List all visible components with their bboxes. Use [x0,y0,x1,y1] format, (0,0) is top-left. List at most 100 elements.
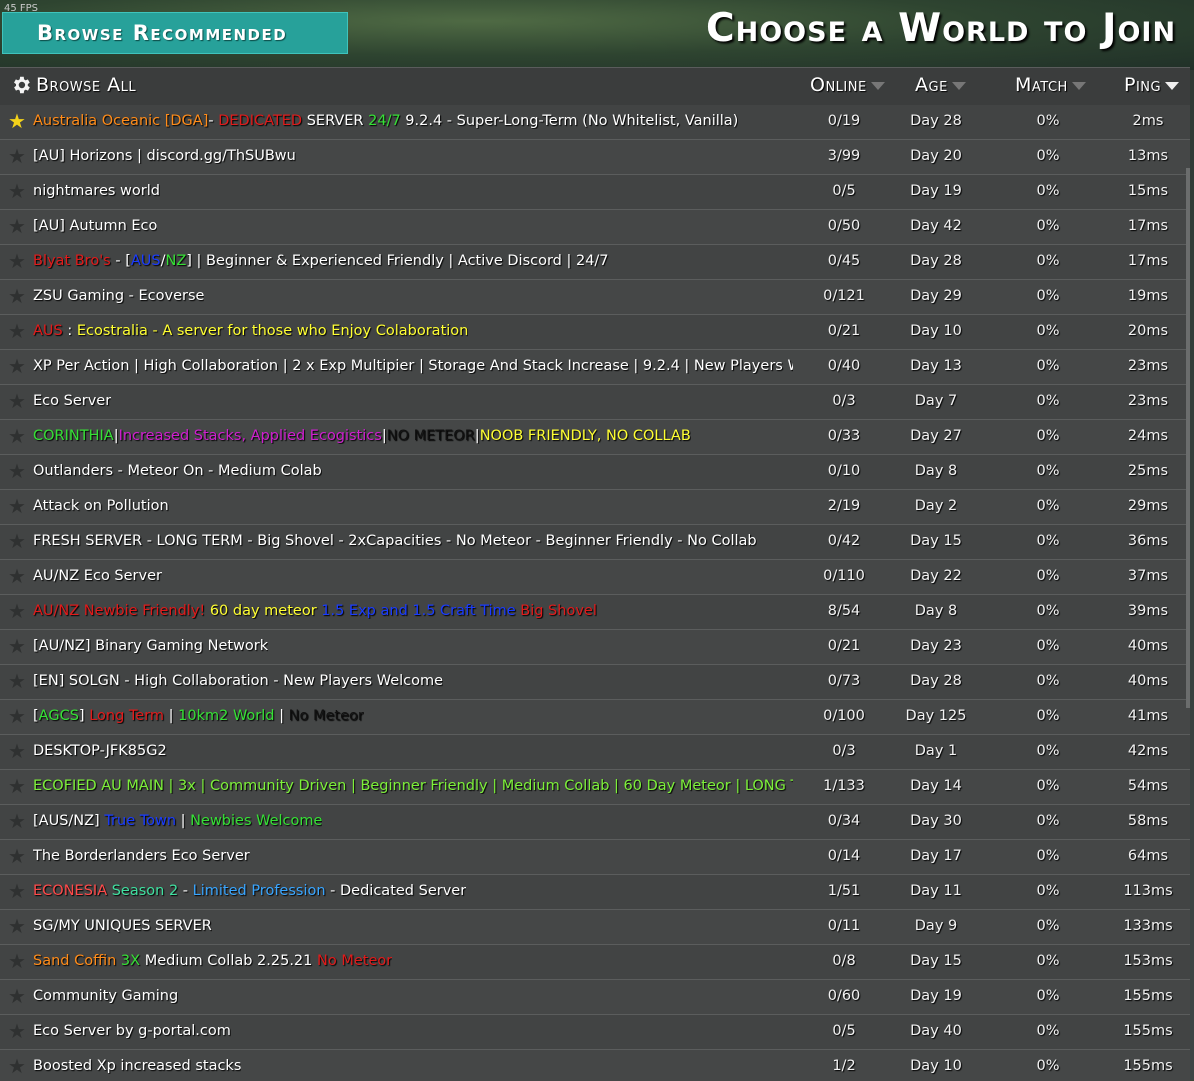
ping-value: 40ms [1127,638,1169,654]
online-count: 0/14 [827,848,861,864]
star-icon[interactable]: ★ [8,216,28,236]
star-icon[interactable]: ★ [8,321,28,341]
ping-value: 13ms [1127,148,1169,164]
star-icon[interactable]: ★ [8,951,28,971]
server-row[interactable]: ★ Blyat Bro's - [AUS/NZ] | Beginner & Exp… [0,245,1190,280]
chevron-down-icon [870,82,885,90]
server-row[interactable]: ★ ZSU Gaming - Ecoverse 0/121 Day 29 0% 19ms [0,280,1190,315]
server-name-segment: Newbies Welcome [190,813,323,829]
server-name-segment: - [ [110,253,131,269]
server-row[interactable]: ★ CORINTHIA|Increased Stacks, Applied Eco… [0,420,1190,455]
server-row[interactable]: ★ [AU/NZ] Binary Gaming Network 0/21 Day 23… [0,630,1190,665]
world-age: Day 10 [910,323,962,339]
server-row[interactable]: ★ AUS : Ecostralia - A server for those w… [0,315,1190,350]
online-count: 3/99 [827,148,861,164]
star-icon[interactable]: ★ [8,881,28,901]
browse-all-label: Browse All [36,74,137,96]
match-percent: 0% [1036,498,1060,514]
sort-online-button[interactable]: Online [810,74,885,96]
server-list-header: Browse All Online Age Match Ping [0,68,1190,106]
favorite-star-icon[interactable]: ★ [8,111,28,131]
star-icon[interactable]: ★ [8,391,28,411]
star-icon[interactable]: ★ [8,496,28,516]
star-icon[interactable]: ★ [8,741,28,761]
star-icon[interactable]: ★ [8,671,28,691]
server-row[interactable]: ★ [AU] Horizons | discord.gg/ThSUBwu 3/99 D… [0,140,1190,175]
sort-ping-button[interactable]: Ping [1124,74,1180,96]
server-row[interactable]: ★ [AUS/NZ] True Town | Newbies Welcome 0/3… [0,805,1190,840]
online-count: 0/19 [827,113,861,129]
server-row[interactable]: ★ [AU] Autumn Eco 0/50 Day 42 0% 17ms [0,210,1190,245]
server-row[interactable]: ★ Eco Server 0/3 Day 7 0% 23ms [0,385,1190,420]
match-percent: 0% [1036,708,1060,724]
server-row[interactable]: ★ Community Gaming 0/60 Day 19 0% 155ms [0,980,1190,1015]
match-percent: 0% [1036,218,1060,234]
star-icon[interactable]: ★ [8,426,28,446]
server-row[interactable]: ★ SG/MY UNIQUES SERVER 0/11 Day 9 0% 133ms [0,910,1190,945]
star-icon[interactable]: ★ [8,1021,28,1041]
server-row[interactable]: ★ FRESH SERVER - LONG TERM - Big Shovel -… [0,525,1190,560]
star-icon[interactable]: ★ [8,356,28,376]
server-name-segment: AUS [130,253,161,269]
server-row[interactable]: ★ The Borderlanders Eco Server 0/14 Day 17 0… [0,840,1190,875]
ping-value: 37ms [1127,568,1169,584]
star-icon[interactable]: ★ [8,811,28,831]
server-name: Eco Server [33,393,111,409]
server-name-segment: NZ [165,253,187,269]
star-icon[interactable]: ★ [8,146,28,166]
server-row[interactable]: ★ Boosted Xp increased stacks 1/2 Day 10 0% 1… [0,1050,1190,1081]
star-icon[interactable]: ★ [8,566,28,586]
server-row[interactable]: ★ [EN] SOLGN - High Collaboration - New P… [0,665,1190,700]
server-row[interactable]: ★ Outlanders - Meteor On - Medium Colab 0/… [0,455,1190,490]
server-row[interactable]: ★ ECOFIED AU MAIN | 3x | Community Driven… [0,770,1190,805]
server-row[interactable]: ★ Sand Coffin 3X Medium Collab 2.25.21 No… [0,945,1190,980]
online-count: 0/45 [827,253,861,269]
server-row[interactable]: ★ Australia Oceanic [DGA]- DEDICATED SERV… [0,105,1190,140]
sort-match-button[interactable]: Match [1015,74,1086,96]
world-age: Day 14 [910,778,962,794]
scrollbar[interactable] [1186,168,1190,708]
server-row[interactable]: ★ nightmares world 0/5 Day 19 0% 15ms [0,175,1190,210]
server-name-segment: Long Term [89,708,165,724]
server-name-segment: 1.5 Exp and 1.5 Craft Time [316,603,516,619]
star-icon[interactable]: ★ [8,706,28,726]
world-age: Day 42 [910,218,962,234]
server-name-segment: | [176,813,191,829]
ping-value: 58ms [1127,813,1169,829]
star-icon[interactable]: ★ [8,636,28,656]
star-icon[interactable]: ★ [8,1056,28,1076]
online-count: 8/54 [827,603,861,619]
star-icon[interactable]: ★ [8,531,28,551]
server-row[interactable]: ★ AU/NZ Newbie Friendly! 60 day meteor 1.… [0,595,1190,630]
browse-all-button[interactable]: Browse All [10,74,136,96]
star-icon[interactable]: ★ [8,986,28,1006]
sort-age-button[interactable]: Age [915,74,966,96]
server-row[interactable]: ★ AU/NZ Eco Server 0/110 Day 22 0% 37ms [0,560,1190,595]
server-name-segment: 9.2.4 - Super-Long-Term (No Whitelist, V… [400,113,739,129]
star-icon[interactable]: ★ [8,776,28,796]
server-name: Australia Oceanic [DGA]- DEDICATED SERVE… [33,113,738,129]
server-row[interactable]: ★ XP Per Action | High Collaboration | 2 … [0,350,1190,385]
server-row[interactable]: ★ ECONESIA Season 2 - Limited Profession … [0,875,1190,910]
server-row[interactable]: ★ Eco Server by g-portal.com 0/5 Day 40 0% 15… [0,1015,1190,1050]
server-list-panel: Browse All Online Age Match Ping ★ Austra… [0,67,1190,1081]
server-row[interactable]: ★ Attack on Pollution 2/19 Day 2 0% 29ms [0,490,1190,525]
server-name: [EN] SOLGN - High Collaboration - New Pl… [33,673,443,689]
world-age: Day 20 [910,148,962,164]
star-icon[interactable]: ★ [8,251,28,271]
server-name-segment: [AU] Autumn Eco [33,218,158,234]
online-count: 0/110 [823,568,865,584]
star-icon[interactable]: ★ [8,461,28,481]
star-icon[interactable]: ★ [8,601,28,621]
star-icon[interactable]: ★ [8,181,28,201]
star-icon[interactable]: ★ [8,286,28,306]
star-icon[interactable]: ★ [8,846,28,866]
server-name-segment: The Borderlanders Eco Server [33,848,250,864]
browse-recommended-button[interactable]: Browse Recommended [2,12,348,54]
world-age: Day 22 [910,568,962,584]
star-icon[interactable]: ★ [8,916,28,936]
server-name-segment: nightmares world [33,183,160,199]
page-title: Choose a World to Join [706,6,1177,51]
server-row[interactable]: ★ [AGCS] Long Term | 10km2 World | No Met… [0,700,1190,735]
server-row[interactable]: ★ DESKTOP-JFK85G2 0/3 Day 1 0% 42ms [0,735,1190,770]
